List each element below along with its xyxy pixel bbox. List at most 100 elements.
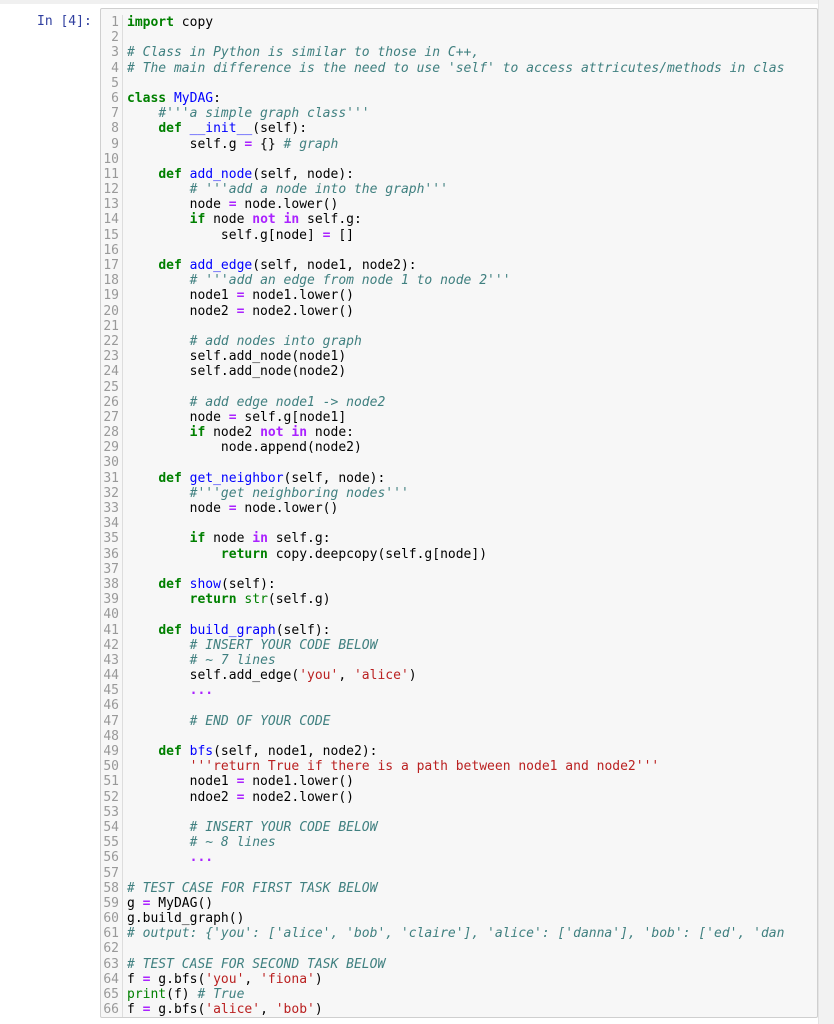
- code-line[interactable]: 48: [101, 728, 817, 745]
- code-line[interactable]: 26 # add edge node1 -> node2: [101, 394, 817, 410]
- line-number: 16: [101, 242, 123, 259]
- code-line[interactable]: 11 def add_node(self, node):: [101, 166, 817, 183]
- code-line[interactable]: 38 def show(self):: [101, 576, 817, 593]
- code-line[interactable]: 29 node.append(node2): [101, 440, 817, 456]
- code-line[interactable]: 39 return str(self.g): [101, 592, 817, 608]
- code-token: =: [228, 501, 237, 516]
- code-line[interactable]: 67 print(f) # False: [101, 1017, 817, 1018]
- code-line[interactable]: 41 def build_graph(self):: [101, 622, 817, 638]
- code-line[interactable]: 23 self.add_node(node1): [101, 349, 817, 365]
- code-line[interactable]: 30: [101, 455, 817, 471]
- code-line[interactable]: 1 import copy: [101, 15, 817, 31]
- code-line[interactable]: 17 def add_edge(self, node1, node2):: [101, 258, 817, 274]
- code-line[interactable]: 22 # add nodes into graph: [101, 333, 817, 350]
- code-line[interactable]: 9 self.g = {} # graph: [101, 136, 817, 152]
- code-line[interactable]: 54 # INSERT YOUR CODE BELOW: [101, 819, 817, 836]
- code-line[interactable]: 49 def bfs(self, node1, node2):: [101, 744, 817, 760]
- code-token: g.build_graph(): [127, 911, 245, 927]
- cell-prompt: In [4]:: [37, 14, 92, 29]
- code-line[interactable]: 56 ...: [101, 850, 817, 866]
- code-line[interactable]: 8 def __init__(self):: [101, 121, 817, 137]
- line-number: 21: [101, 318, 123, 334]
- line-number: 29: [101, 440, 123, 456]
- code-line[interactable]: 24 self.add_node(node2): [101, 364, 817, 380]
- code-line[interactable]: 52 ndoe2 = node2.lower(): [101, 789, 817, 805]
- code-line[interactable]: 3 # Class in Python is similar to those i…: [101, 45, 817, 61]
- code-line[interactable]: 6 class MyDAG:: [101, 90, 817, 107]
- line-number: 58: [101, 880, 123, 896]
- code-line[interactable]: 20 node2 = node2.lower(): [101, 303, 817, 319]
- code-line[interactable]: 35 if node in self.g:: [101, 531, 817, 547]
- code-line[interactable]: 16: [101, 242, 817, 259]
- code-token: print: [127, 1017, 166, 1018]
- code-line[interactable]: 64 f = g.bfs('you', 'fiona'): [101, 971, 817, 988]
- code-line[interactable]: 55 # ~ 8 lines: [101, 835, 817, 851]
- code-line[interactable]: 46: [101, 698, 817, 714]
- line-number: 59: [101, 895, 123, 912]
- code-token: print: [127, 987, 167, 1002]
- code-token: 'alice': [353, 668, 409, 684]
- code-line[interactable]: 53: [101, 804, 817, 820]
- code-line[interactable]: 2: [101, 30, 817, 46]
- page-scrollbar[interactable]: [818, 0, 834, 1024]
- code-line[interactable]: 45 ...: [101, 683, 817, 699]
- code-line[interactable]: 31 def get_neighbor(self, node):: [101, 470, 817, 486]
- code-line[interactable]: 15 self.g[node] = []: [101, 227, 817, 243]
- code-line[interactable]: 44 self.add_edge('you', 'alice'): [101, 668, 817, 684]
- code-line[interactable]: 7 #'''a simple graph class''': [101, 106, 817, 122]
- code-token: def: [158, 622, 182, 638]
- code-line[interactable]: 13 node = node.lower(): [101, 197, 817, 213]
- code-line[interactable]: 63 # TEST CASE FOR SECOND TASK BELOW: [101, 956, 817, 972]
- code-line[interactable]: 42 # INSERT YOUR CODE BELOW: [101, 637, 817, 653]
- code-line[interactable]: 61 # output: {'you': ['alice', 'bob', 'cl…: [101, 926, 817, 942]
- code-editor[interactable]: 1 import copy 2 3 # Class in Python is simil…: [101, 15, 817, 1018]
- code-line[interactable]: 66 f = g.bfs('alice', 'bob'): [101, 1002, 817, 1017]
- line-number: 49: [101, 744, 123, 760]
- line-number: 42: [101, 637, 123, 653]
- code-line[interactable]: 28 if node2 not in node:: [101, 425, 817, 441]
- line-number: 41: [101, 622, 123, 638]
- code-line[interactable]: 34: [101, 516, 817, 532]
- code-line[interactable]: 47 # END OF YOUR CODE: [101, 713, 817, 729]
- code-line[interactable]: 18 # '''add an edge from node 1 to node …: [101, 273, 817, 289]
- code-line[interactable]: 51 node1 = node1.lower(): [101, 774, 817, 790]
- code-token: def: [158, 470, 182, 486]
- code-line[interactable]: 33 node = node.lower(): [101, 501, 817, 517]
- line-number: 10: [101, 151, 123, 167]
- code-line[interactable]: 21: [101, 318, 817, 334]
- code-line[interactable]: 25: [101, 379, 817, 395]
- line-number: 47: [101, 713, 123, 729]
- code-token: ): [314, 1002, 323, 1018]
- code-token: # False: [197, 1017, 252, 1018]
- code-line[interactable]: 40: [101, 607, 817, 623]
- code-line[interactable]: 27 node = self.g[node1]: [101, 409, 817, 426]
- code-line[interactable]: 59 g = MyDAG(): [101, 895, 817, 912]
- code-line[interactable]: 65 print(f) # True: [101, 987, 817, 1003]
- code-cell[interactable]: 1 import copy 2 3 # Class in Python is simil…: [100, 8, 818, 1018]
- line-number: 32: [101, 485, 123, 502]
- code-line[interactable]: 57: [101, 865, 817, 881]
- code-token: 'you': [205, 971, 245, 987]
- code-line[interactable]: 58 # TEST CASE FOR FIRST TASK BELOW: [101, 880, 817, 896]
- line-number: 3: [101, 45, 123, 61]
- code-line[interactable]: 4 # The main difference is the need to us…: [101, 60, 817, 76]
- code-line[interactable]: 12 # '''add a node into the graph''': [101, 182, 817, 198]
- code-line[interactable]: 50 '''return True if there is a path bet…: [101, 759, 817, 775]
- code-token: []: [330, 227, 354, 243]
- code-line[interactable]: 43 # ~ 7 lines: [101, 652, 817, 669]
- code-token: return: [220, 546, 268, 562]
- code-line[interactable]: 32 #'''get neighboring nodes''': [101, 485, 817, 502]
- code-line[interactable]: 60 g.build_graph(): [101, 911, 817, 927]
- line-number: 2: [101, 30, 123, 46]
- code-line[interactable]: 5: [101, 75, 817, 91]
- code-line[interactable]: 37: [101, 561, 817, 577]
- code-line[interactable]: 19 node1 = node1.lower(): [101, 288, 817, 304]
- code-line[interactable]: 14 if node not in self.g:: [101, 212, 817, 228]
- code-line[interactable]: 62: [101, 941, 817, 957]
- code-line[interactable]: 10: [101, 151, 817, 167]
- code-line[interactable]: 36 return copy.deepcopy(self.g[node]): [101, 546, 817, 562]
